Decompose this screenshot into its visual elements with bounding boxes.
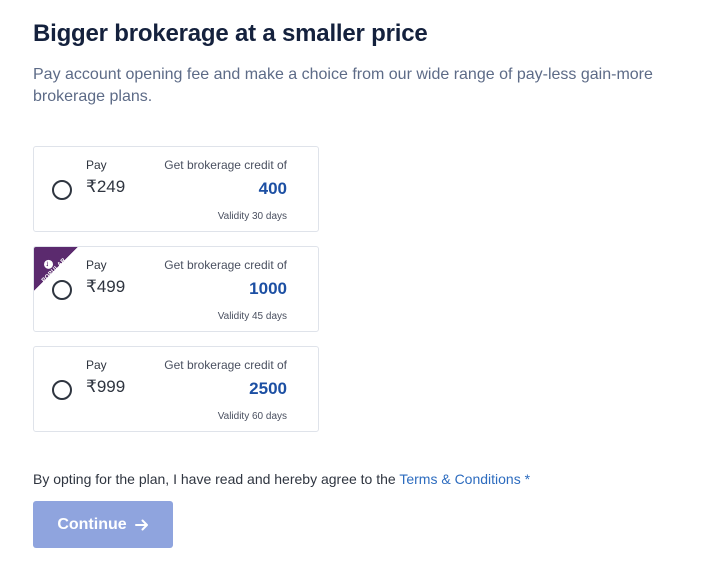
pay-label: Pay xyxy=(86,158,107,172)
plan-card-249[interactable]: Pay ₹249 Get brokerage credit of 400 Val… xyxy=(33,146,319,232)
plan-radio[interactable] xyxy=(52,180,72,200)
agreement-text: By opting for the plan, I have read and … xyxy=(33,471,400,487)
plan-radio[interactable] xyxy=(52,380,72,400)
continue-button[interactable]: Continue xyxy=(33,501,173,548)
terms-link[interactable]: Terms & Conditions xyxy=(399,471,520,487)
plan-price: ₹249 xyxy=(86,177,126,196)
plan-card-999[interactable]: Pay ₹999 Get brokerage credit of 2500 Va… xyxy=(33,346,319,432)
credit-label: Get brokerage credit of xyxy=(164,158,287,172)
plan-card-499[interactable]: ✓ POPULAR Pay ₹499 Get brokerage credit … xyxy=(33,246,319,332)
validity-text: Validity 60 days xyxy=(217,411,287,422)
credit-value: 2500 xyxy=(249,379,287,398)
continue-button-label: Continue xyxy=(57,515,127,533)
plan-selection-page: Bigger brokerage at a smaller price Pay … xyxy=(0,0,701,569)
credit-label: Get brokerage credit of xyxy=(164,258,287,272)
plan-radio[interactable] xyxy=(52,280,72,300)
validity-text: Validity 30 days xyxy=(217,211,287,222)
credit-label: Get brokerage credit of xyxy=(164,358,287,372)
page-subtitle: Pay account opening fee and make a choic… xyxy=(33,66,653,105)
validity-text: Validity 45 days xyxy=(217,311,287,322)
page-title: Bigger brokerage at a smaller price xyxy=(33,20,428,47)
credit-value: 400 xyxy=(258,179,287,198)
plan-price: ₹999 xyxy=(86,377,126,396)
required-marker: * xyxy=(524,471,531,487)
pay-label: Pay xyxy=(86,358,107,372)
arrow-right-icon xyxy=(134,519,148,530)
terms-agreement: By opting for the plan, I have read and … xyxy=(33,470,530,488)
plan-price: ₹499 xyxy=(86,277,126,296)
credit-value: 1000 xyxy=(249,279,287,298)
pay-label: Pay xyxy=(86,258,107,272)
